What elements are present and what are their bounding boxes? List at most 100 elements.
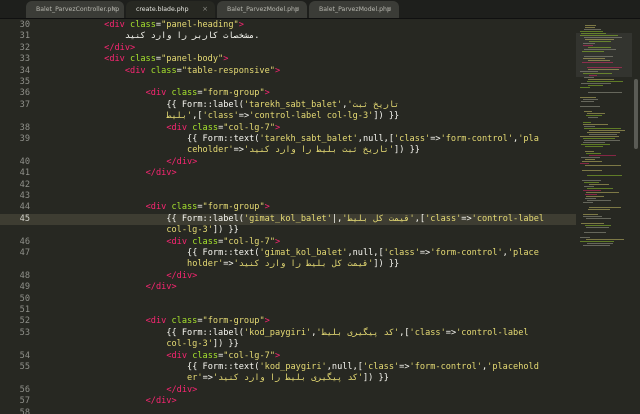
code-text: <div class="panel-heading"> (104, 20, 244, 31)
code-text: <div class="col-lg-7"> (166, 123, 280, 134)
code-token: ,null,[ (357, 134, 394, 144)
code-line[interactable]: 45 {{ Form::label('gimat_kol_balet'|,'قیم… (0, 213, 640, 226)
minimap-line (581, 144, 610, 145)
minimap-line (583, 124, 608, 125)
line-number: 35 (19, 77, 30, 87)
code-line[interactable]: 58 (0, 408, 640, 414)
code-line[interactable]: بلیط',['class'=>'control-label col-lg-3'… (0, 111, 640, 122)
code-line[interactable]: 53 {{ Form::label('kod_paygiri','کد پیگیر… (0, 328, 640, 339)
code-text: بلیط',['class'=>'control-label col-lg-3'… (166, 111, 399, 122)
code-token: </div> (145, 168, 177, 179)
close-icon[interactable]: × (111, 5, 117, 13)
line-number: 54 (19, 350, 30, 361)
code-token: 'control-label col-lg-3' (249, 111, 374, 122)
code-line[interactable]: 36 <div class="form-group"> (0, 88, 640, 99)
minimap-line (580, 136, 619, 137)
minimap-line (588, 69, 619, 70)
code-token: 'قیمت کل بلیط' (342, 213, 415, 224)
code-token: <div (145, 88, 172, 99)
tab-balet-parvez-controller[interactable]: Balet_ParvezController.php × (26, 1, 124, 18)
code-line[interactable]: 47 {{ Form::text('gimat_kol_balet',null,[… (0, 248, 640, 259)
minimap-line (580, 97, 596, 98)
code-line[interactable]: 44 <div class="form-group"> (0, 202, 640, 213)
code-line[interactable]: 55 {{ Form::text('kod_paygiri',null,['cla… (0, 362, 640, 373)
code-line[interactable]: 46 <div class="col-lg-7"> (0, 237, 640, 248)
code-token: مشخصات کاربر را وارد کنید. (124, 31, 260, 42)
close-icon[interactable]: × (294, 5, 300, 13)
minimap-line (580, 35, 618, 36)
code-line[interactable]: er'=>'کد پیگیری بلیط را وارد کنید']) }} (0, 373, 640, 384)
code-token: => (238, 111, 250, 122)
tab-balet-parvez-model-2[interactable]: Balet_ParvezModel.php × (309, 1, 399, 18)
tab-create-blade[interactable]: create.blade.php × (126, 1, 215, 18)
code-token: class (171, 88, 198, 99)
minimap[interactable] (576, 19, 632, 414)
code-token: > (275, 350, 281, 361)
vertical-scrollbar[interactable] (632, 19, 640, 414)
close-icon[interactable]: × (386, 5, 392, 13)
code-line[interactable]: 49 </div> (0, 282, 640, 293)
code-token: ]) }} (373, 111, 400, 122)
minimap-line (580, 106, 600, 107)
code-line[interactable]: col-lg-3']) }} (0, 225, 640, 236)
code-line[interactable]: 56 </div> (0, 385, 640, 396)
code-token: 'control-label (456, 327, 529, 338)
code-line[interactable]: 50 (0, 294, 640, 305)
minimap-line (586, 153, 601, 154)
minimap-line (585, 194, 597, 195)
tab-balet-parvez-model[interactable]: Balet_ParvezModel.php × (217, 1, 307, 18)
code-line[interactable]: 30 <div class="panel-heading"> (0, 20, 640, 31)
line-number: 32 (19, 42, 30, 53)
minimap-line (584, 128, 621, 129)
code-token: </div> (166, 270, 198, 281)
minimap-line (583, 202, 593, 203)
code-line[interactable]: 51 (0, 305, 640, 316)
code-token: 'tarekh_sabt_balet' (243, 99, 343, 110)
minimap-line (585, 25, 596, 26)
code-line[interactable]: 57 </div> (0, 396, 640, 407)
code-line[interactable]: holder'=>'قیمت کل بلیط را وارد کنید']) }… (0, 259, 640, 270)
code-line[interactable]: 32 </div> (0, 43, 640, 54)
code-line[interactable]: 35 (0, 77, 640, 88)
scrollbar-thumb[interactable] (634, 79, 638, 149)
minimap-line (583, 73, 612, 74)
code-token: <div (104, 54, 131, 65)
code-line[interactable]: 39 {{ Form::text('tarekh_sabt_balet',null… (0, 134, 640, 145)
minimap-line (583, 216, 602, 217)
minimap-line (584, 126, 595, 127)
code-line[interactable]: 37 {{ Form::label('tarekh_sabt_balet','تا… (0, 100, 640, 111)
code-editor[interactable]: 30 <div class="panel-heading"> 31 مشخصات کا… (0, 19, 640, 414)
code-text: {{ Form::text('kod_paygiri',null,['class… (187, 362, 539, 373)
code-text: <div class="col-lg-7"> (166, 351, 280, 362)
code-token: 'form-control' (430, 248, 503, 258)
code-line[interactable]: 38 <div class="col-lg-7"> (0, 123, 640, 134)
code-token: 'تاریخ ثبت (347, 99, 400, 110)
code-line[interactable]: 40 </div> (0, 157, 640, 168)
code-text: <div class="panel-body"> (104, 54, 228, 65)
line-number: 42 (19, 179, 30, 190)
minimap-line (583, 245, 610, 246)
code-token: ,[ (414, 213, 426, 224)
code-line[interactable]: 48 </div> (0, 271, 640, 282)
minimap-line (580, 87, 590, 88)
code-line[interactable]: 41 </div> (0, 168, 640, 179)
code-line[interactable]: ceholder'=>'تاریخ ثبت بلیط را وارد کنید'… (0, 145, 640, 156)
code-line[interactable]: 42 (0, 180, 640, 191)
code-line[interactable]: col-lg-3']) }} (0, 339, 640, 350)
code-line[interactable]: 52 <div class="form-group"> (0, 316, 640, 327)
close-icon[interactable]: × (202, 5, 208, 13)
minimap-line (583, 58, 605, 59)
code-line[interactable]: 43 (0, 191, 640, 202)
minimap-line (585, 146, 603, 147)
code-token: > (223, 54, 229, 65)
code-line[interactable]: 54 <div class="col-lg-7"> (0, 351, 640, 362)
code-token: "col-lg-7" (223, 122, 275, 133)
code-token: </div> (145, 282, 177, 293)
code-token: 'control-label (471, 213, 545, 224)
code-line[interactable]: 34 <div class="table-responsive"> (0, 66, 640, 77)
code-token: ]) }} (373, 259, 400, 270)
code-token: 'class' (409, 327, 446, 338)
code-line[interactable]: 33 <div class="panel-body"> (0, 54, 640, 65)
code-line[interactable]: 31 مشخصات کاربر را وارد کنید. (0, 31, 640, 42)
minimap-line (583, 45, 593, 46)
